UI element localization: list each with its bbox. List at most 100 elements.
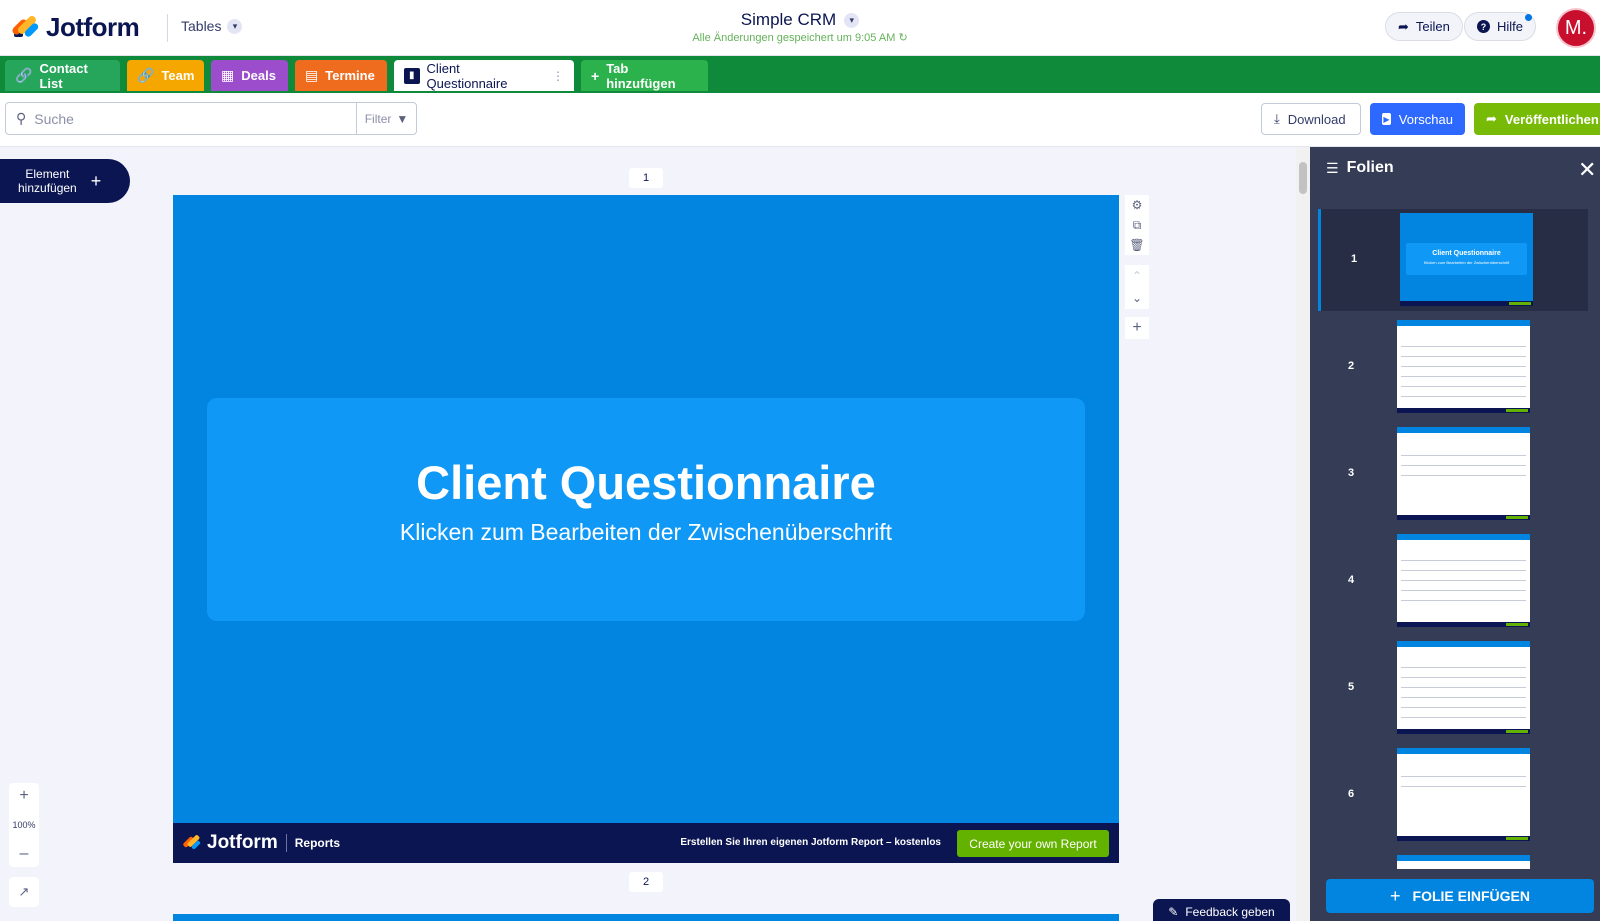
thumb-footer (1400, 301, 1533, 306)
footer-logo: Jotform Reports (182, 832, 341, 854)
zoom-in-icon[interactable]: + (19, 787, 28, 805)
feedback-label: Feedback geben (1185, 905, 1275, 919)
more-vertical-icon[interactable]: ⋮ (552, 69, 564, 83)
trash-icon[interactable]: 🗑 (1125, 235, 1149, 255)
funnel-icon: ▼ (396, 111, 409, 126)
share-arrow-icon: ➦ (1486, 111, 1497, 126)
share-button[interactable]: ➦ Teilen (1385, 12, 1463, 41)
feedback-button[interactable]: ✎ Feedback geben (1153, 899, 1290, 921)
report-icon: ▮ (404, 67, 420, 84)
publish-label: Veröffentlichen (1504, 111, 1599, 127)
thumb-preview (1397, 748, 1530, 841)
doc-title-wrap: Simple CRM ▾ (0, 10, 1600, 30)
tab-label: Contact List (39, 60, 88, 91)
duplicate-icon[interactable]: ⧉ (1125, 215, 1149, 235)
avatar[interactable]: M. (1556, 8, 1596, 48)
feedback-icon: ✎ (1168, 905, 1179, 919)
thumb-number: 5 (1348, 681, 1355, 693)
tab-label: Client Questionnaire (426, 60, 508, 91)
tab-client-questionnaire[interactable]: ▮ Client Questionnaire ⋮ (394, 60, 574, 91)
tab-label: Deals (241, 68, 276, 83)
scrollbar-thumb[interactable] (1299, 162, 1307, 194)
notification-dot (1525, 14, 1533, 21)
create-report-button[interactable]: Create your own Report (957, 830, 1109, 857)
download-button[interactable]: ⤓ Download (1261, 103, 1361, 135)
plus-icon: + (90, 171, 102, 191)
thumb-preview (1397, 855, 1530, 869)
play-icon: ▶ (1382, 113, 1391, 125)
share-label: Teilen (1415, 19, 1450, 34)
tab-team[interactable]: 🔗 Team (127, 60, 204, 91)
filter-button[interactable]: Filter ▼ (356, 102, 417, 135)
tab-termine[interactable]: ▤ Termine (295, 60, 387, 91)
doc-title: Simple CRM (740, 10, 837, 29)
help-icon: ? (1477, 20, 1490, 33)
zoom-level: 100% (12, 820, 36, 830)
slide-thumb-6[interactable]: 6 (1318, 744, 1588, 846)
slide-number-1: 1 (629, 168, 663, 188)
search-input[interactable]: ⚲ Suche (5, 102, 357, 135)
insert-slide-label: FOLIE EINFÜGEN (1412, 888, 1530, 904)
slide-thumb-1[interactable]: 1 Client Questionnaire Klicken zum Bearb… (1318, 209, 1588, 311)
panel-title: Folien (1346, 159, 1394, 176)
add-element-line1: Element (25, 167, 70, 181)
plus-icon: + (1390, 885, 1401, 906)
slides-panel: ☰ Folien ✕ 1 Client Questionnaire Klicke… (1310, 147, 1600, 921)
gear-icon[interactable]: ⚙ (1125, 195, 1149, 215)
refresh-icon: ↻ (898, 32, 908, 44)
footer-product: Reports (294, 836, 341, 850)
tab-contact-list[interactable]: 🔗 Contact List (5, 60, 120, 91)
footer-divider (285, 834, 287, 852)
slide-thumb-7[interactable] (1318, 851, 1588, 869)
slide-canvas: Element hinzufügen + 1 Client Questionna… (0, 147, 1310, 921)
share-arrow-icon: ➦ (1398, 18, 1409, 34)
plus-icon: + (591, 67, 600, 84)
slide-title[interactable]: Client Questionnaire (207, 455, 1085, 510)
close-icon[interactable]: ✕ (1578, 157, 1596, 183)
table-icon: ▦ (221, 67, 235, 83)
link-icon: 🔗 (137, 67, 155, 83)
tab-label: Team (161, 68, 195, 83)
help-label: Hilfe (1497, 19, 1524, 34)
slide-thumb-5[interactable]: 5 (1318, 637, 1588, 739)
preview-label: Vorschau (1398, 111, 1453, 127)
zoom-out-icon[interactable]: – (20, 845, 29, 863)
add-tab-button[interactable]: + Tab hinzufügen (581, 60, 708, 91)
slide-tools: ⚙ ⧉ 🗑 ⌃ ⌄ + (1125, 195, 1149, 339)
download-label: Download (1287, 111, 1346, 127)
slide-1[interactable]: Client Questionnaire Klicken zum Bearbei… (173, 195, 1119, 863)
thumb-preview (1397, 534, 1530, 627)
add-slide-icon[interactable]: + (1125, 317, 1149, 339)
slide-2[interactable] (173, 914, 1119, 921)
chevron-down-icon[interactable]: ⌄ (1125, 287, 1149, 309)
help-button[interactable]: ? Hilfe (1464, 12, 1537, 41)
save-status: Alle Änderungen gespeichert um 9:05 AM ↻ (0, 31, 1600, 44)
doc-title-dropdown[interactable]: Simple CRM ▾ (740, 10, 860, 30)
slide-thumb-2[interactable]: 2 (1318, 316, 1588, 418)
publish-button[interactable]: ➦ Veröffentlichen (1474, 103, 1600, 135)
tab-deals[interactable]: ▦ Deals (211, 60, 288, 91)
chevron-up-icon[interactable]: ⌃ (1125, 265, 1149, 287)
thumb-preview (1397, 641, 1530, 734)
footer-logo-text: Jotform (207, 832, 278, 853)
search-icon: ⚲ (16, 110, 27, 126)
fullscreen-icon[interactable]: ↗ (9, 877, 39, 907)
add-element-line2: hinzufügen (18, 181, 77, 195)
canvas-scrollbar[interactable] (1296, 147, 1310, 921)
preview-button[interactable]: ▶ Vorschau (1370, 103, 1465, 135)
filter-label: Filter (364, 111, 392, 126)
toolbar: ⚲ Suche Filter ▼ ⤓ Download ▶ Vorschau ➦… (0, 93, 1600, 147)
insert-slide-button[interactable]: + FOLIE EINFÜGEN (1326, 879, 1594, 913)
add-element-button[interactable]: Element hinzufügen + (0, 159, 130, 203)
thumb-preview: Client Questionnaire Klicken zum Bearbei… (1400, 213, 1533, 306)
link-icon: 🔗 (15, 67, 33, 83)
slide-subtitle[interactable]: Klicken zum Bearbeiten der Zwischenübers… (207, 519, 1085, 546)
thumb-number: 2 (1348, 360, 1355, 372)
slide-thumb-3[interactable]: 3 (1318, 423, 1588, 525)
thumb-subtitle: Klicken zum Bearbeiten der Zwischenübers… (1423, 260, 1510, 265)
slide-thumb-4[interactable]: 4 (1318, 530, 1588, 632)
thumb-preview (1397, 320, 1530, 413)
thumb-number: 4 (1348, 574, 1355, 586)
title-box[interactable]: Client Questionnaire Klicken zum Bearbei… (207, 398, 1085, 621)
download-icon: ⤓ (1274, 111, 1280, 126)
